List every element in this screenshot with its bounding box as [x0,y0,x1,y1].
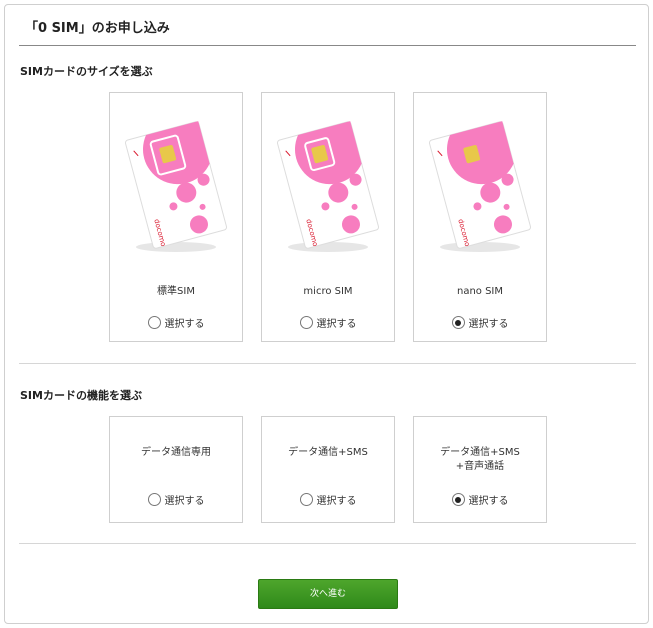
function-label-line2: +音声通話 [455,461,505,472]
radio-button[interactable] [299,493,313,506]
function-card-data-sms[interactable]: データ通信+SMS 選択する [261,416,395,523]
sim-size-card-micro[interactable]: docomo micro SIM 選択する [261,92,395,342]
function-section-heading: SIMカードの機能を選ぶ [20,389,142,402]
function-label: データ通信+SMS [288,447,368,458]
function-radio-row[interactable]: 選択する [414,492,546,507]
application-panel: 「0 SIM」のお申し込み SIMカードのサイズを選ぶ docomo 標準SIM [4,4,649,624]
radio-label: 選択する [468,319,509,330]
radio-button-selected[interactable] [451,316,465,329]
micro-sim-card-image: docomo [276,121,380,252]
sim-size-card-standard[interactable]: docomo 標準SIM 選択する [109,92,243,342]
radio-button[interactable] [299,316,313,329]
size-section-heading: SIMカードのサイズを選ぶ [20,65,153,78]
radio-label: 選択する [468,496,509,507]
page-title: 「0 SIM」のお申し込み [25,21,170,36]
function-radio-row[interactable]: 選択する [262,492,394,507]
nano-sim-card-image: docomo [428,121,532,252]
sim-size-label: micro SIM [303,286,353,297]
sim-size-radio-row[interactable]: 選択する [262,315,394,330]
radio-button[interactable] [147,316,161,329]
radio-button[interactable] [147,493,161,506]
function-label: データ通信専用 [141,447,211,458]
section-divider [19,543,636,544]
sim-size-label: 標準SIM [157,286,195,297]
radio-label: 選択する [316,319,357,330]
section-divider [19,363,636,364]
sim-size-card-nano[interactable]: docomo nano SIM 選択する [413,92,547,342]
radio-label: 選択する [164,319,205,330]
radio-button-selected[interactable] [451,493,465,506]
function-radio-row[interactable]: 選択する [110,492,242,507]
function-label-line1: データ通信+SMS [440,447,520,458]
function-card-data-only[interactable]: データ通信専用 選択する [109,416,243,523]
function-card-data-sms-voice[interactable]: データ通信+SMS +音声通話 選択する [413,416,547,523]
sim-size-radio-row[interactable]: 選択する [110,315,242,330]
radio-label: 選択する [164,496,205,507]
sim-size-radio-row[interactable]: 選択する [414,315,546,330]
standard-sim-card-image: docomo [124,121,228,252]
title-divider [19,45,636,46]
next-button[interactable]: 次へ進む [258,579,398,609]
sim-size-label: nano SIM [456,286,504,297]
radio-label: 選択する [316,496,357,507]
